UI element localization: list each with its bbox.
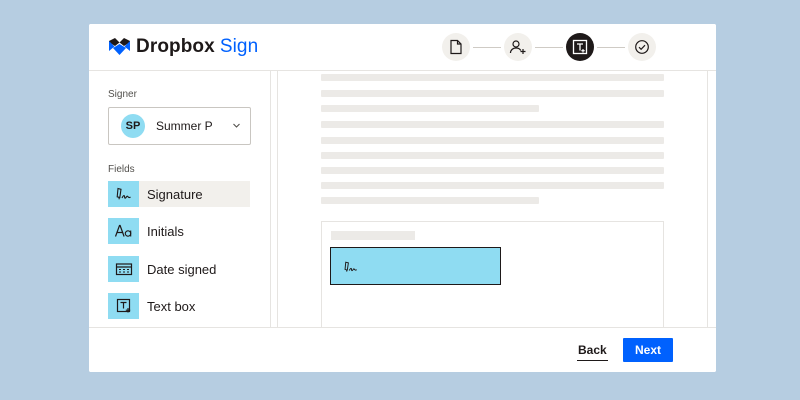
placeholder-text-line <box>321 105 539 112</box>
step-review[interactable] <box>628 33 656 61</box>
app-window: Dropbox Sign Signer SP Summer P Fields S… <box>89 24 716 372</box>
step-connector <box>535 46 563 48</box>
placeholder-text-line <box>321 182 664 189</box>
initials-icon <box>114 224 131 237</box>
field-label: Initials <box>147 223 184 239</box>
step-connector <box>473 46 501 48</box>
placeholder-text-line <box>321 121 664 128</box>
signer-name: Summer P <box>156 119 213 133</box>
placeholder-text-line <box>321 137 664 144</box>
text-box-icon <box>116 298 130 313</box>
product-name: Sign <box>219 36 259 57</box>
fields-label: Fields <box>108 164 135 175</box>
signer-select[interactable]: SP Summer P <box>108 107 251 145</box>
field-label: Text box <box>147 298 196 314</box>
dropbox-logo-icon <box>109 38 130 55</box>
field-label: Signature <box>147 186 203 202</box>
progress-stepper <box>442 33 656 61</box>
step-signers[interactable] <box>504 33 532 61</box>
placeholder-text-line <box>331 231 415 240</box>
document-icon <box>450 39 462 55</box>
document-canvas[interactable] <box>271 71 716 327</box>
step-document[interactable] <box>442 33 470 61</box>
sidebar: Signer SP Summer P Fields Signature Init… <box>89 71 271 327</box>
avatar: SP <box>121 114 145 138</box>
field-signature[interactable]: Signature <box>108 181 250 207</box>
scrollbar-track[interactable] <box>707 71 708 327</box>
canvas-divider <box>277 71 278 327</box>
field-label: Date signed <box>147 261 217 277</box>
add-signer-icon <box>509 40 526 54</box>
placeholder-text-line <box>321 74 664 81</box>
placeholder-text-line <box>321 90 664 97</box>
check-circle-icon <box>635 40 649 54</box>
text-field-icon <box>572 39 588 55</box>
field-initials[interactable]: Initials <box>108 218 250 244</box>
back-button[interactable]: Back <box>577 339 608 361</box>
header: Dropbox Sign <box>89 24 716 71</box>
signer-label: Signer <box>108 89 137 100</box>
chevron-down-icon <box>233 123 240 128</box>
next-button[interactable]: Next <box>623 338 673 362</box>
field-text-box[interactable]: Text box <box>108 293 250 319</box>
field-date-signed[interactable]: Date signed <box>108 256 250 282</box>
signature-icon <box>116 187 131 200</box>
placeholder-text-line <box>321 152 664 159</box>
placeholder-text-line <box>321 197 539 204</box>
signature-block <box>321 221 664 327</box>
step-fields[interactable] <box>566 33 594 61</box>
placed-signature-field[interactable] <box>330 247 501 285</box>
signature-icon <box>344 261 357 272</box>
calendar-icon <box>115 263 132 276</box>
brand-name: Dropbox <box>136 36 215 57</box>
placeholder-text-line <box>321 167 664 174</box>
footer: Back Next <box>89 327 716 372</box>
dropbox-sign-logo: Dropbox Sign <box>109 36 258 58</box>
step-connector <box>597 46 625 48</box>
